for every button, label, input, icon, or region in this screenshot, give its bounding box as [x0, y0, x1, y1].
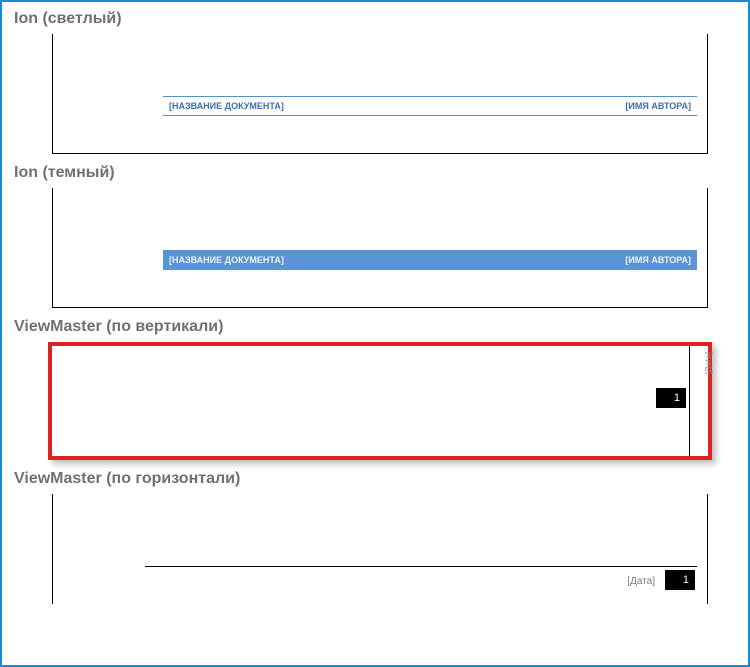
page-number-box: 1 — [665, 570, 695, 590]
doc-title-placeholder: [НАЗВАНИЕ ДОКУМЕНТА] — [169, 101, 284, 111]
ion-dark-bar: [НАЗВАНИЕ ДОКУМЕНТА] [ИМЯ АВТОРА] — [163, 250, 697, 270]
section-title: Ion (светлый) — [12, 10, 738, 28]
footer-preview: [НАЗВАНИЕ ДОКУМЕНТА] [ИМЯ АВТОРА] — [52, 188, 708, 308]
ion-light-bar: [НАЗВАНИЕ ДОКУМЕНТА] [ИМЯ АВТОРА] — [163, 96, 697, 116]
footer-preview-selected: [Дата] 1 — [48, 342, 712, 460]
doc-title-placeholder: [НАЗВАНИЕ ДОКУМЕНТА] — [169, 255, 284, 265]
page-number: 1 — [674, 392, 680, 404]
page-number-box: 1 — [656, 388, 686, 408]
date-placeholder: [Дата] — [704, 352, 713, 374]
author-placeholder: [ИМЯ АВТОРА] — [625, 255, 691, 265]
footer-preview: [НАЗВАНИЕ ДОКУМЕНТА] [ИМЯ АВТОРА] — [52, 34, 708, 154]
date-placeholder: [Дата] — [627, 576, 655, 587]
footer-style-ion-dark[interactable]: Ion (темный) [НАЗВАНИЕ ДОКУМЕНТА] [ИМЯ А… — [12, 164, 738, 308]
section-title: ViewMaster (по вертикали) — [12, 318, 738, 336]
footer-style-viewmaster-horizontal[interactable]: ViewMaster (по горизонтали) [Дата] 1 — [12, 470, 738, 604]
vertical-rule — [689, 346, 690, 456]
author-placeholder: [ИМЯ АВТОРА] — [625, 101, 691, 111]
page-number: 1 — [683, 574, 689, 586]
footer-style-ion-light[interactable]: Ion (светлый) [НАЗВАНИЕ ДОКУМЕНТА] [ИМЯ … — [12, 10, 738, 154]
footer-preview: [Дата] 1 — [52, 494, 708, 604]
section-title: ViewMaster (по горизонтали) — [12, 470, 738, 488]
footer-style-viewmaster-vertical[interactable]: ViewMaster (по вертикали) [Дата] 1 — [12, 318, 738, 460]
horizontal-rule — [145, 566, 697, 567]
section-title: Ion (темный) — [12, 164, 738, 182]
